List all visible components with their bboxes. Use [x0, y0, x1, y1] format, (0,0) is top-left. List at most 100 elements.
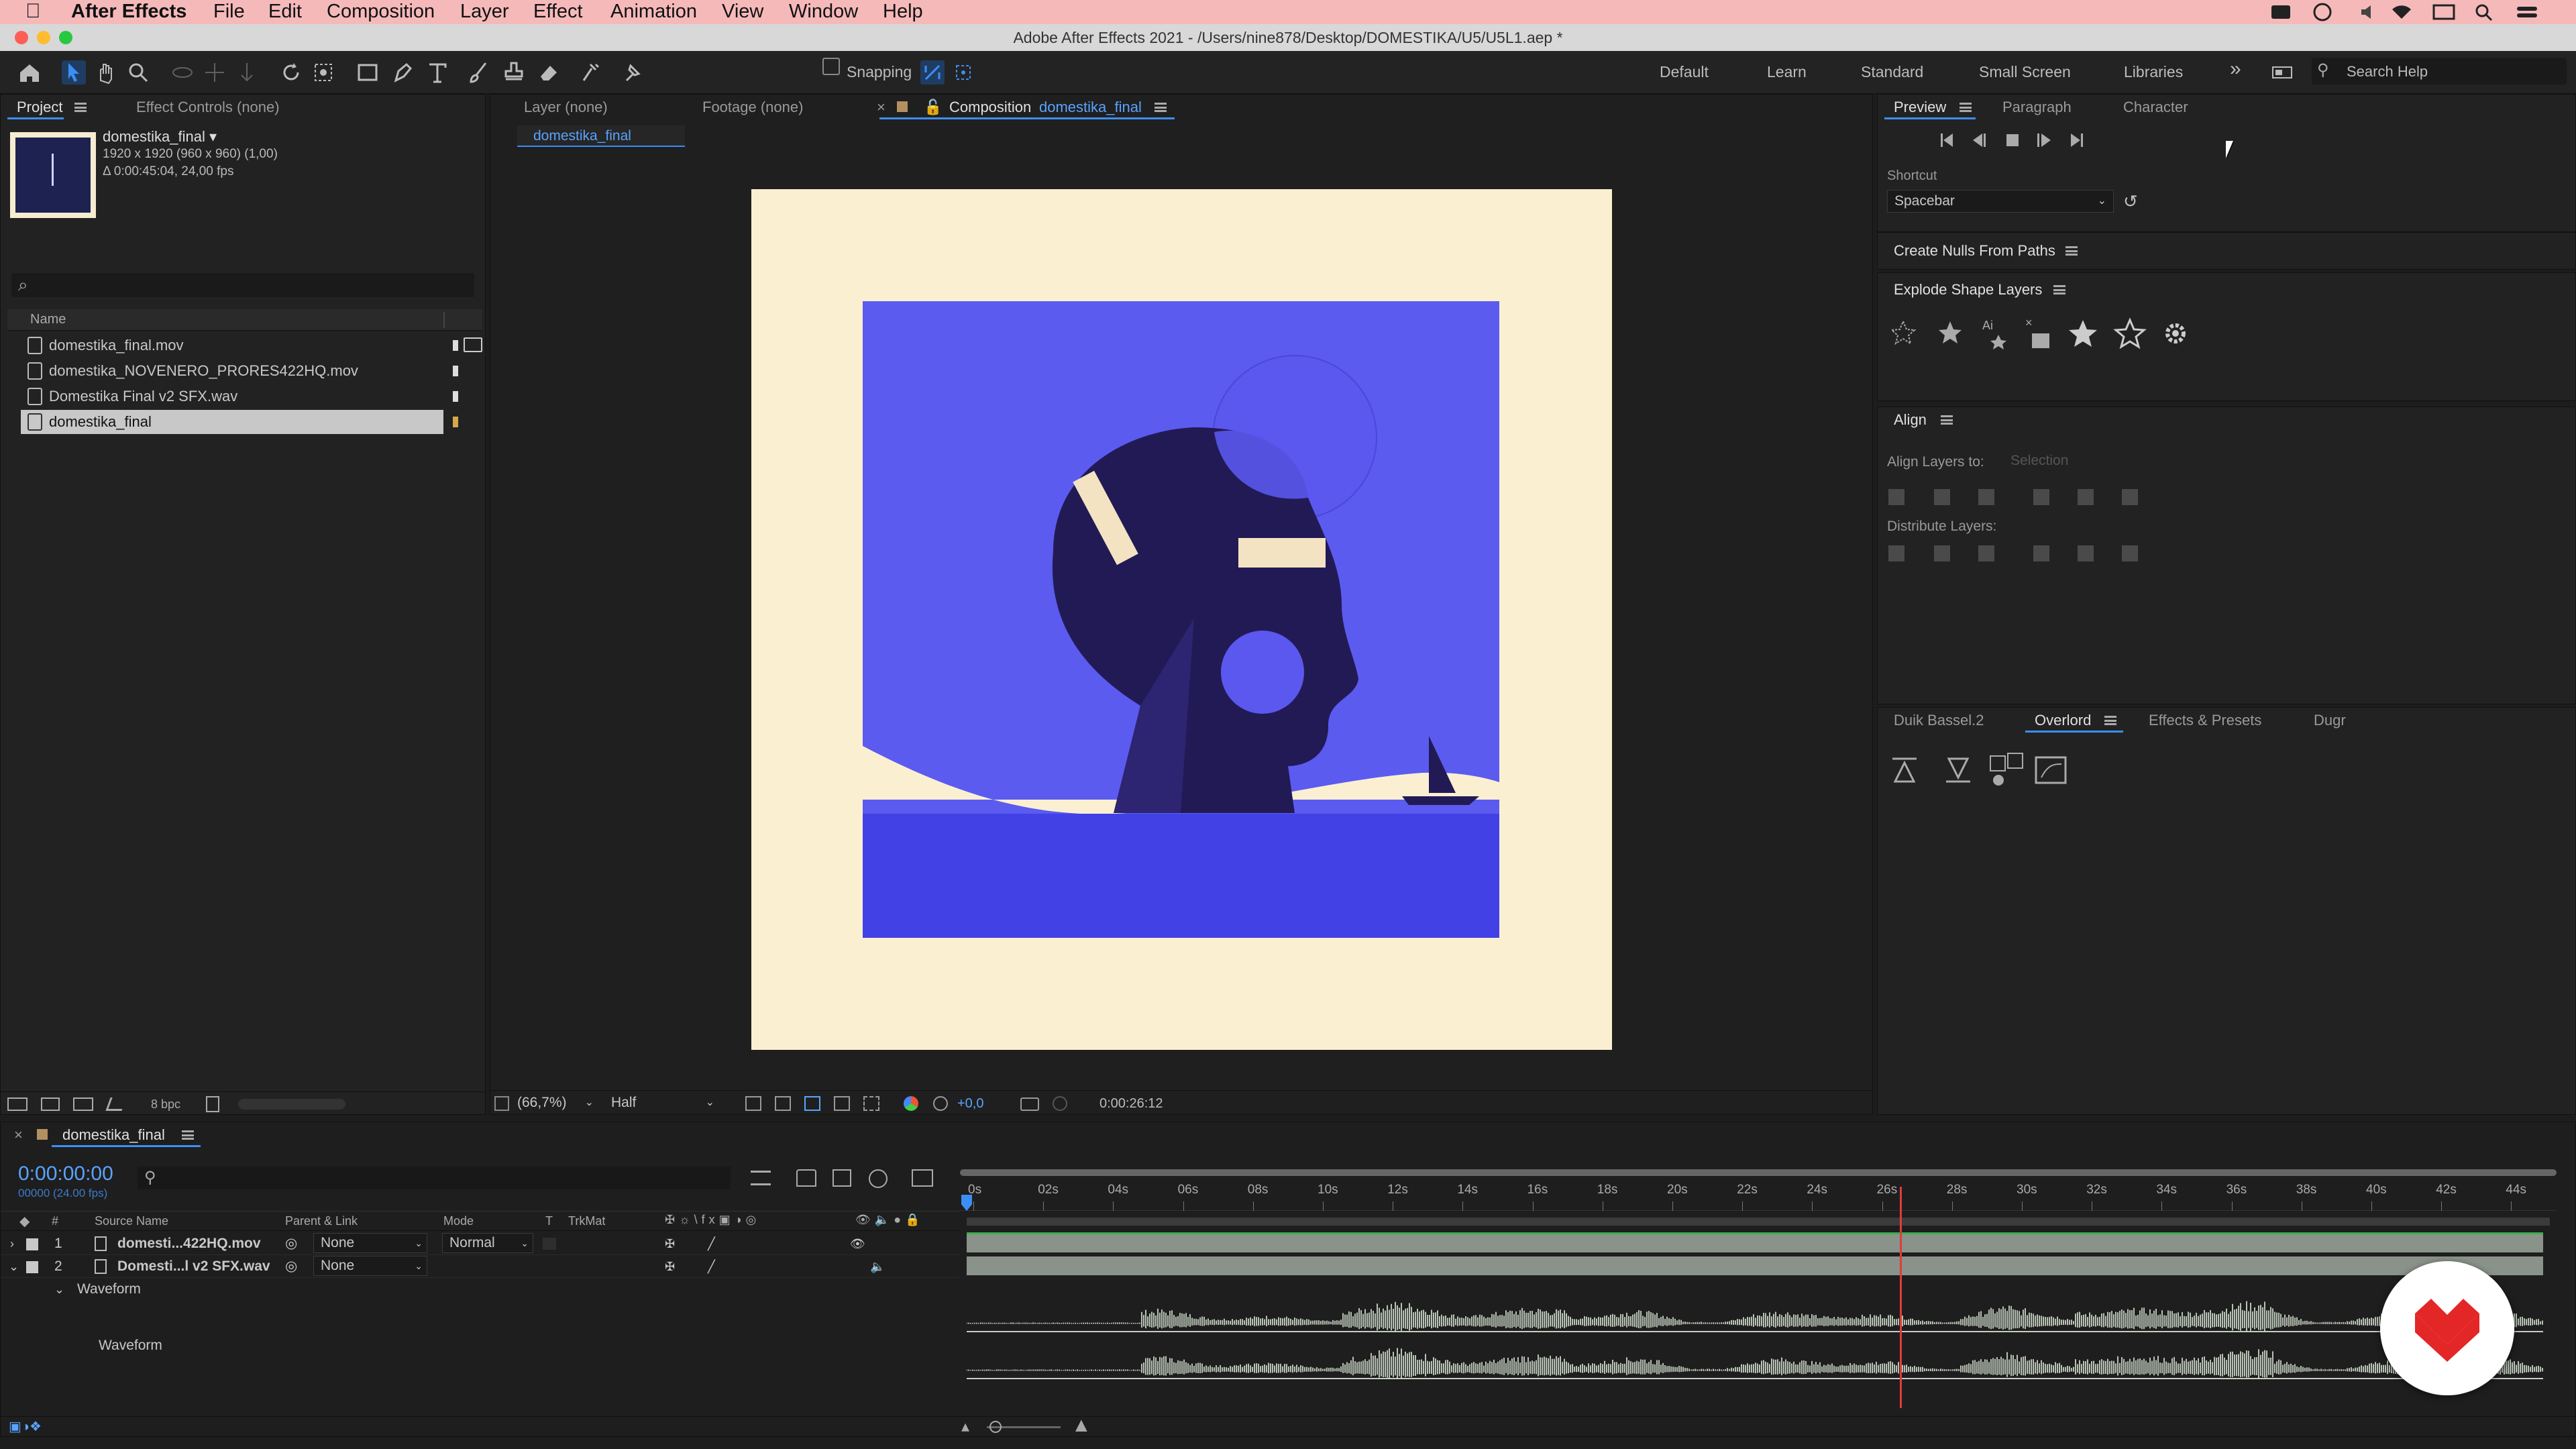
trkmat-box[interactable] — [543, 1238, 556, 1250]
new-composition-icon[interactable] — [73, 1097, 93, 1111]
region-of-interest-icon[interactable] — [834, 1096, 850, 1111]
mask-visibility-icon[interactable] — [804, 1096, 820, 1111]
show-snapshot-icon[interactable] — [1053, 1096, 1067, 1111]
collapse-arrow-icon[interactable]: ⌄ — [9, 1255, 19, 1278]
tab-paragraph[interactable]: Paragraph — [2002, 96, 2072, 119]
eraser-tool[interactable] — [537, 60, 561, 85]
timeline-zoom-handle[interactable] — [989, 1421, 1002, 1433]
orbit-tool[interactable] — [170, 60, 195, 85]
preview-panel-menu-icon[interactable] — [1960, 103, 1972, 112]
quality-switch-icon[interactable]: ╱ — [708, 1232, 715, 1255]
column-source-name[interactable]: Source Name — [95, 1214, 168, 1228]
column-parent[interactable]: Parent & Link — [285, 1214, 358, 1228]
hand-tool[interactable] — [94, 60, 118, 85]
exposure-reset-icon[interactable] — [933, 1096, 948, 1111]
collapse-arrow-icon[interactable]: ⌄ — [54, 1278, 64, 1301]
av-switch-icons[interactable]: 👁🔈●🔒 — [855, 1213, 924, 1227]
snapping-checkbox[interactable] — [822, 58, 840, 75]
parent-dropdown[interactable]: None ⌄ — [313, 1233, 427, 1253]
switches-icons[interactable]: ✠☼\fx▣◑◎ — [665, 1213, 760, 1227]
tab-duik-bassel[interactable]: Duik Bassel.2 — [1894, 709, 1984, 732]
puppet-tool[interactable] — [620, 60, 644, 85]
current-time-display[interactable]: 0:00:00:00 — [18, 1163, 113, 1185]
column-mode[interactable]: Mode — [443, 1214, 474, 1228]
viewer-timecode[interactable]: 0:00:26:12 — [1099, 1096, 1163, 1112]
selected-item-name[interactable]: domestika_final ▾ — [103, 128, 217, 146]
overlord-menu-icon[interactable] — [2104, 716, 2116, 725]
waveform-group-row[interactable]: ⌄ Waveform — [1, 1278, 960, 1301]
comp-flowchart-icon[interactable] — [751, 1171, 771, 1185]
tab-project[interactable]: Project — [17, 96, 62, 119]
layer-bar-2[interactable] — [967, 1256, 2543, 1275]
graph-editor-icon[interactable] — [912, 1169, 933, 1187]
timeline-menu-icon[interactable] — [182, 1130, 194, 1140]
column-name-header[interactable]: Name — [30, 312, 66, 327]
apple-icon[interactable]:  — [25, 0, 41, 23]
column-t[interactable]: T — [545, 1214, 553, 1228]
label-tag-icon[interactable]: ◆ — [19, 1213, 30, 1230]
exposure-value[interactable]: +0,0 — [957, 1096, 983, 1112]
type-tool[interactable] — [425, 60, 449, 85]
workspace-learn[interactable]: Learn — [1767, 63, 1807, 81]
home-button[interactable] — [17, 60, 42, 85]
timeline-layer-row[interactable]: › 1 domesti...422HQ.mov ◎ None ⌄ Normal … — [1, 1232, 960, 1255]
tab-timeline-comp[interactable]: domestika_final — [62, 1124, 165, 1146]
workspace-standard[interactable]: Standard — [1861, 63, 1923, 81]
project-item[interactable]: Domestika Final v2 SFX.wav — [21, 384, 477, 409]
menu-view[interactable]: View — [722, 0, 763, 23]
expand-arrow-icon[interactable]: › — [10, 1232, 14, 1255]
column-num[interactable]: # — [52, 1214, 58, 1228]
render-queue-icon[interactable] — [105, 1097, 127, 1111]
pick-whip-icon[interactable]: ◎ — [285, 1232, 297, 1255]
camera-behind-tool[interactable] — [311, 60, 335, 85]
layer-label-color[interactable] — [26, 1261, 38, 1273]
pan-tool[interactable] — [203, 60, 227, 85]
tab-effects-presets[interactable]: Effects & Presets — [2149, 709, 2261, 732]
layer-label-color[interactable] — [26, 1238, 38, 1250]
grid-guides-icon[interactable] — [863, 1096, 879, 1111]
channel-icon[interactable] — [904, 1096, 918, 1111]
lock-icon[interactable]: 🔓 — [924, 96, 942, 119]
dolly-tool[interactable] — [235, 60, 259, 85]
flowchart-icon[interactable] — [464, 337, 482, 352]
workspace-default[interactable]: Default — [1660, 63, 1709, 81]
time-ruler[interactable]: 0s 02s 04s 06s 08s 10s 12s 14s 16s 18s 20s 22s 24s 26… — [960, 1179, 2557, 1211]
playhead[interactable] — [1899, 1187, 1902, 1408]
viewer-panel-menu-icon[interactable] — [1155, 103, 1167, 112]
menu-layer[interactable]: Layer — [460, 0, 509, 23]
menu-file[interactable]: File — [213, 0, 245, 23]
roto-brush-tool[interactable] — [578, 60, 602, 85]
workspace-libraries[interactable]: Libraries — [2124, 63, 2183, 81]
shy-switch-icon[interactable]: ✠ — [665, 1232, 675, 1255]
quality-switch-icon[interactable]: ╱ — [708, 1255, 715, 1278]
tab-composition-name[interactable]: domestika_final — [1039, 96, 1142, 119]
menu-edit[interactable]: Edit — [268, 0, 302, 23]
menu-app-name[interactable]: After Effects — [71, 0, 186, 23]
parent-dropdown[interactable]: None ⌄ — [313, 1256, 427, 1276]
draft-3d-icon[interactable] — [796, 1169, 816, 1187]
create-nulls-menu-icon[interactable] — [2065, 246, 2078, 256]
clone-stamp-tool[interactable] — [502, 60, 526, 85]
bit-depth-label[interactable]: 8 bpc — [151, 1097, 180, 1112]
create-nulls-title[interactable]: Create Nulls From Paths — [1894, 239, 2055, 262]
transparency-grid-icon[interactable] — [775, 1096, 791, 1111]
zoom-dropdown[interactable]: (66,7%) ⌄ — [511, 1092, 598, 1115]
project-item-selected[interactable]: domestika_final — [21, 410, 443, 434]
timeline-layer-row[interactable]: ⌄ 2 Domesti...l v2 SFX.wav ◎ None ⌄ ✠ ╱ … — [1, 1255, 960, 1278]
align-to-dropdown[interactable]: Selection — [2004, 450, 2146, 473]
zoom-out-icon[interactable]: ▴ — [961, 1417, 969, 1436]
search-help-field[interactable]: ⚲ Search Help — [2312, 58, 2567, 85]
new-folder-icon[interactable] — [41, 1097, 60, 1111]
layer-name[interactable]: Domesti...l v2 SFX.wav — [117, 1255, 270, 1278]
rectangle-tool[interactable] — [356, 60, 380, 85]
menu-animation[interactable]: Animation — [610, 0, 697, 23]
snap-features-button[interactable] — [951, 60, 975, 85]
tab-layer[interactable]: Layer (none) — [524, 96, 608, 119]
tab-composition-prefix[interactable]: Composition — [949, 96, 1031, 119]
close-timeline-icon[interactable]: × — [14, 1124, 23, 1146]
align-menu-icon[interactable] — [1941, 415, 1953, 425]
rotate-tool[interactable] — [279, 60, 303, 85]
tab-effect-controls[interactable]: Effect Controls (none) — [136, 96, 280, 119]
interpret-footage-icon[interactable] — [7, 1097, 28, 1111]
blend-mode-dropdown[interactable]: Normal ⌄ — [442, 1233, 533, 1253]
